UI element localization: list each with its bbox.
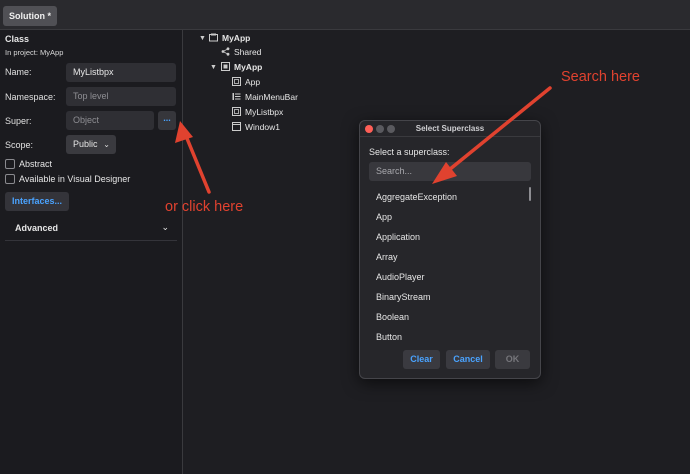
annotation-or-click-here: or click here bbox=[165, 199, 244, 215]
arrow-to-search bbox=[432, 86, 552, 184]
annotation-search-here: Search here bbox=[561, 69, 640, 85]
arrow-to-super-button bbox=[175, 121, 211, 194]
